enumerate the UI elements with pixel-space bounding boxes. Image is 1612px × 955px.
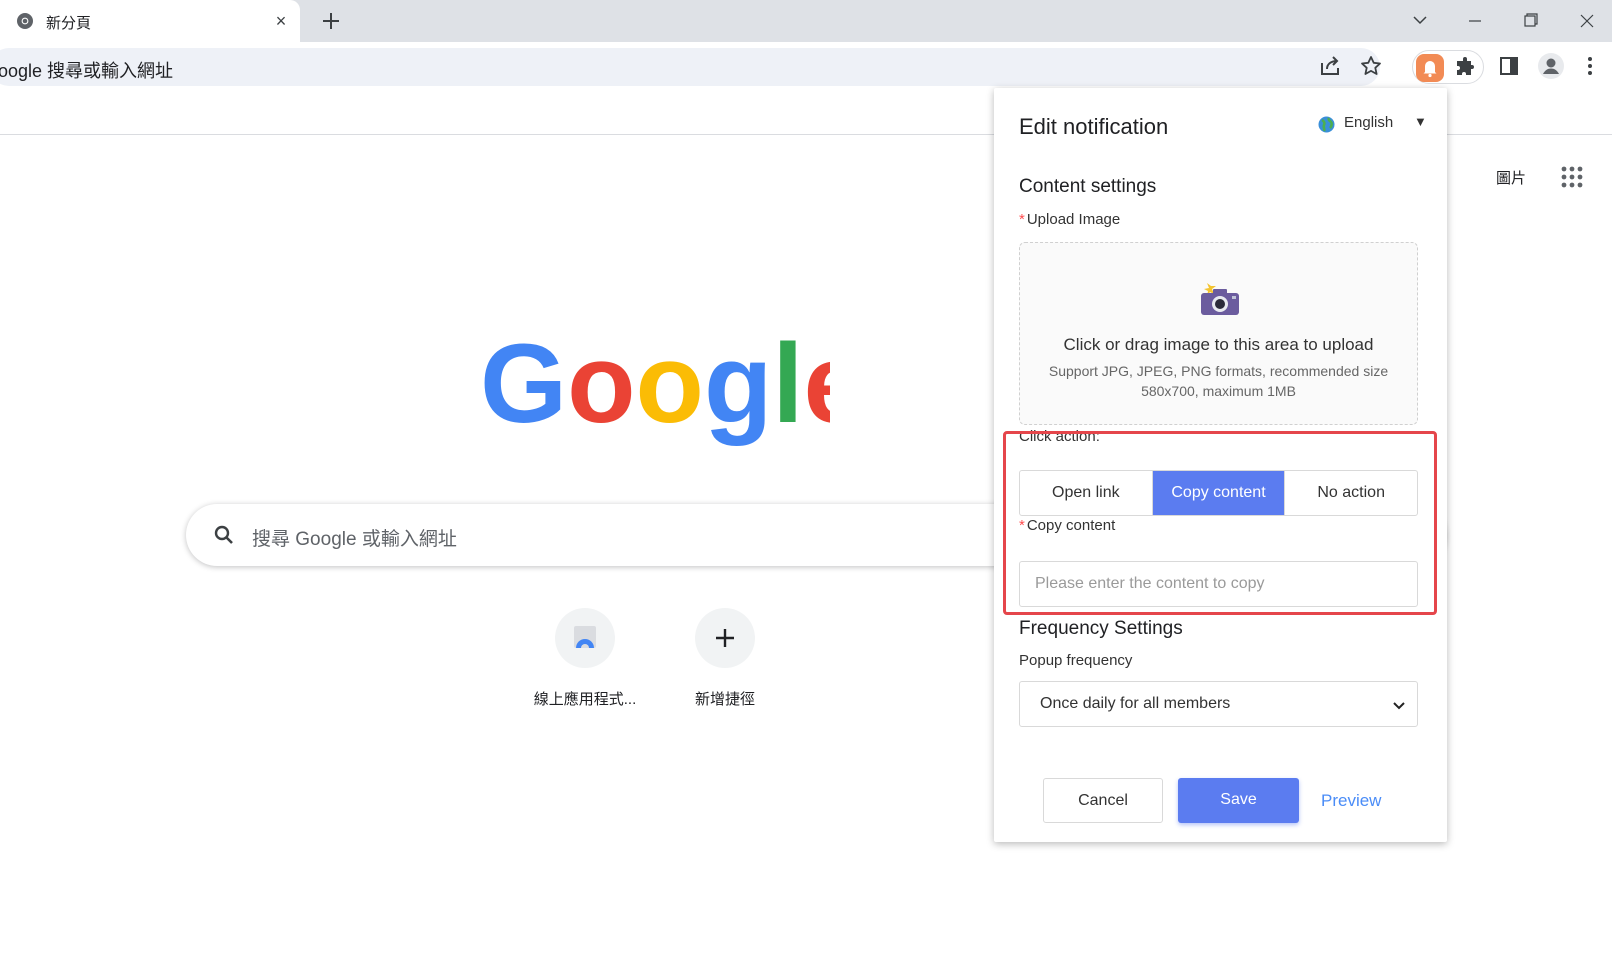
plus-icon [716,629,734,647]
address-bar-text: oogle 搜尋或輸入網址 [0,61,174,81]
svg-text:Google: Google [480,330,830,446]
required-mark: * [1019,211,1025,228]
side-panel-icon[interactable] [1497,54,1521,78]
shortcut-label: 線上應用程式... [533,691,637,708]
shortcut-label: 新增捷徑 [694,691,755,708]
popup-title: Edit notification [1019,114,1169,139]
extensions-puzzle-icon[interactable] [1453,56,1477,80]
upload-instruction: Click or drag image to this area to uplo… [1063,335,1374,354]
content-settings-heading: Content settings [1019,176,1157,197]
web-app-icon [574,626,596,648]
preview-link[interactable]: Preview [1321,791,1381,811]
globe-icon [1318,116,1335,133]
address-bar[interactable]: oogle 搜尋或輸入網址 [0,48,1380,86]
restore-icon[interactable] [1508,6,1554,36]
shortcut-tile [695,608,755,668]
caret-down-icon: ▼ [1414,114,1427,129]
shortcut-tile [555,608,615,668]
popup-frequency-label: Popup frequency [1019,652,1133,669]
popup-frequency-value: Once daily for all members [1040,695,1231,712]
ntp-search-placeholder: 搜尋 Google 或輸入網址 [252,529,457,550]
minimize-icon[interactable] [1452,6,1498,36]
bell-icon [1423,61,1437,78]
tab-close-icon[interactable]: × [270,10,292,32]
share-icon[interactable] [1318,54,1342,78]
camera-icon [1201,283,1239,315]
save-button[interactable]: Save [1178,778,1299,823]
close-window-icon[interactable] [1564,6,1610,36]
shortcut-web-apps[interactable]: 線上應用程式... [520,608,650,718]
images-link[interactable]: 圖片 [1496,167,1526,188]
browser-window: 新分頁 × oogle 搜尋或輸入網址 圖片 Googl 搜尋 Google 或… [0,0,1612,955]
menu-kebab-icon[interactable] [1578,54,1602,78]
tab-search-chevron-icon[interactable] [1397,6,1443,36]
popup-frequency-select[interactable]: Once daily for all members [1019,681,1418,727]
chrome-icon [17,13,33,29]
chevron-down-icon [1393,702,1405,710]
cancel-button[interactable]: Cancel [1043,778,1163,823]
profile-avatar-icon[interactable] [1537,52,1565,80]
bookmark-star-icon[interactable] [1359,54,1383,78]
tab-title: 新分頁 [46,15,92,32]
tab-strip: 新分頁 × [0,0,1612,42]
frequency-settings-heading: Frequency Settings [1019,618,1183,639]
google-logo: Google [480,330,830,446]
language-label: English [1344,114,1394,131]
upload-image-label-text: Upload Image [1026,211,1121,228]
notification-extension-button[interactable] [1416,54,1444,82]
search-icon [214,525,233,544]
upload-image-label: * Upload Image [1019,211,1120,228]
upload-hint: Support JPG, JPEG, PNG formats, recommen… [1048,363,1389,399]
google-apps-icon[interactable] [1561,166,1583,188]
shortcut-add[interactable]: 新增捷徑 [660,608,790,718]
toolbar: oogle 搜尋或輸入網址 [0,42,1612,90]
click-action-highlight-box [1003,431,1437,615]
tab-new-tab[interactable]: 新分頁 × [0,0,300,42]
new-tab-icon[interactable] [318,8,344,34]
upload-dropzone[interactable]: Click or drag image to this area to uplo… [1019,242,1418,425]
extension-group [1412,50,1484,84]
